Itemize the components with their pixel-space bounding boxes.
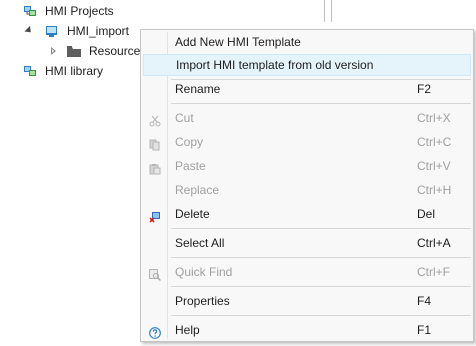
menu-item-quick-find[interactable]: Quick Find Ctrl+F — [143, 261, 471, 283]
menu-item-rename[interactable]: Rename F2 — [143, 78, 471, 100]
menu-separator — [171, 228, 471, 229]
menu-item-label: Copy — [175, 135, 204, 149]
menu-item-add-new-hmi-template[interactable]: Add New HMI Template — [143, 31, 471, 53]
menu-item-properties[interactable]: Properties F4 — [143, 290, 471, 312]
menu-item-shortcut: Ctrl+A — [417, 236, 451, 250]
panel-divider — [324, 0, 325, 22]
menu-item-delete[interactable]: Delete Del — [143, 203, 471, 225]
menu-separator — [171, 315, 471, 316]
menu-item-label: Cut — [175, 111, 194, 125]
tree-item-label: HMI Projects — [45, 4, 114, 18]
menu-item-shortcut: Ctrl+X — [417, 111, 451, 125]
copy-icon — [149, 136, 161, 151]
menu-item-label: Quick Find — [175, 265, 233, 279]
quick-find-icon — [149, 266, 161, 281]
delete-icon — [149, 208, 161, 223]
menu-item-select-all[interactable]: Select All Ctrl+A — [143, 232, 471, 254]
menu-item-label: Delete — [175, 207, 210, 221]
tree-item-hmi-library[interactable]: HMI library — [0, 61, 140, 81]
menu-item-label: Import HMI template from old version — [176, 58, 374, 72]
tree-item-label: HMI library — [45, 64, 104, 78]
tree-item-hmi-import[interactable]: HMI_import — [0, 21, 140, 41]
menu-item-shortcut: F2 — [417, 82, 432, 96]
menu-item-replace[interactable]: Replace Ctrl+H — [143, 179, 471, 201]
menu-item-label: Rename — [175, 82, 221, 96]
menu-item-import-hmi-template[interactable]: Import HMI template from old version — [143, 54, 471, 76]
context-menu: Add New HMI Template Import HMI template… — [140, 29, 474, 342]
menu-item-label: Select All — [175, 236, 225, 250]
tree-item-label: HMI_import — [67, 24, 130, 38]
menu-item-shortcut: Ctrl+V — [417, 159, 451, 173]
tree-item-hmi-projects[interactable]: HMI Projects — [0, 1, 140, 21]
menu-item-help[interactable]: Help F1 — [143, 319, 471, 341]
menu-item-copy[interactable]: Copy Ctrl+C — [143, 131, 471, 153]
panel-divider — [331, 0, 332, 22]
menu-item-label: Help — [175, 323, 200, 337]
paste-icon — [149, 160, 161, 175]
hmi-library-icon — [23, 64, 37, 84]
cut-icon — [149, 112, 161, 127]
tree-item-resources[interactable]: Resources — [0, 41, 146, 61]
menu-item-label: Paste — [175, 159, 206, 173]
menu-item-shortcut: F4 — [417, 294, 432, 308]
help-icon — [149, 324, 161, 339]
menu-item-label: Replace — [175, 183, 220, 197]
menu-item-cut[interactable]: Cut Ctrl+X — [143, 107, 471, 129]
menu-item-label: Properties — [175, 294, 230, 308]
tree-item-label: Resources — [89, 44, 147, 58]
menu-item-shortcut: Ctrl+C — [417, 135, 452, 149]
menu-item-label: Add New HMI Template — [175, 35, 301, 49]
menu-item-shortcut: Del — [417, 207, 436, 221]
menu-separator — [171, 286, 471, 287]
menu-item-paste[interactable]: Paste Ctrl+V — [143, 155, 471, 177]
menu-item-shortcut: Ctrl+F — [417, 265, 450, 279]
menu-item-shortcut: F1 — [417, 323, 432, 337]
collapsed-arrow-icon[interactable] — [51, 47, 56, 55]
menu-separator — [171, 257, 471, 258]
menu-separator — [171, 103, 471, 104]
menu-item-shortcut: Ctrl+H — [417, 183, 452, 197]
expanded-arrow-icon[interactable] — [24, 25, 34, 36]
